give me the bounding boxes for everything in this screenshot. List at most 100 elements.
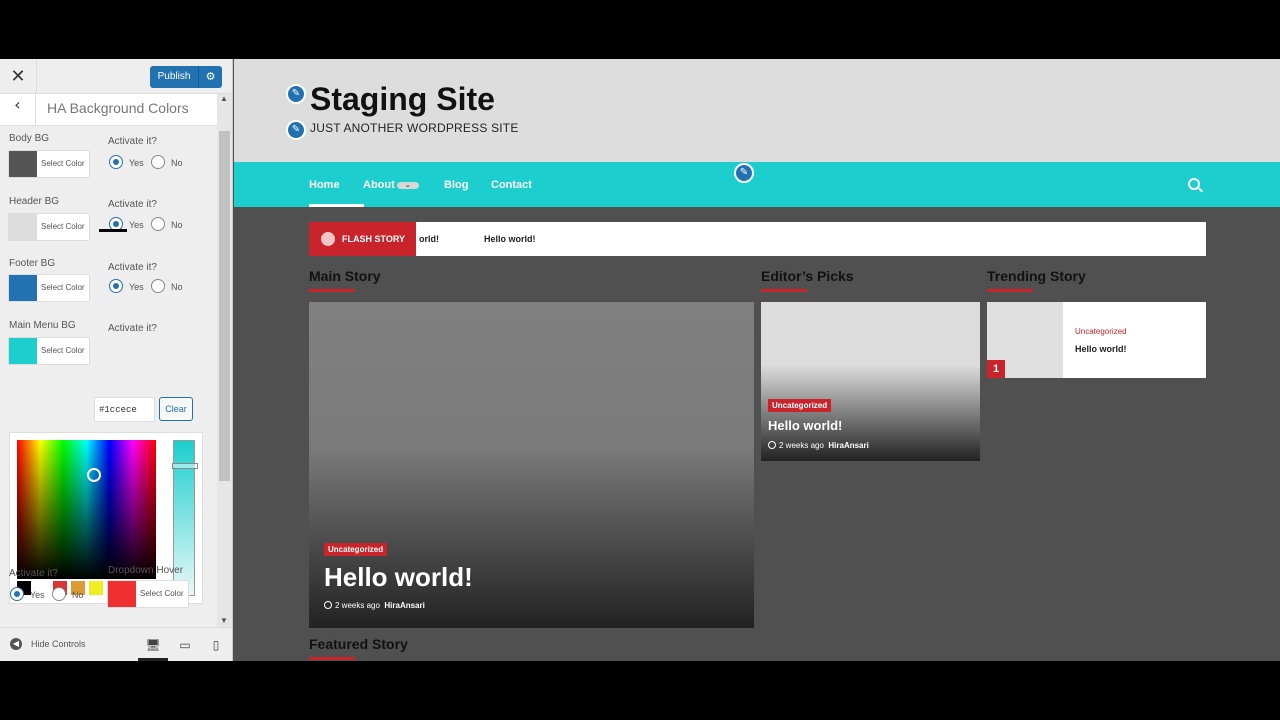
heading-underline bbox=[987, 289, 1033, 292]
main-story-heading: Main Story bbox=[309, 268, 381, 284]
main-menu-bg-color-button[interactable]: Select Color bbox=[8, 337, 90, 365]
category-badge[interactable]: Uncategorized bbox=[768, 399, 832, 412]
palette-swatch-yellow[interactable] bbox=[89, 581, 103, 595]
footer-bg-no-radio[interactable] bbox=[151, 279, 165, 293]
customizer-panel: ✕ Publish ⚙ ‹ HA Background Colors ▲ ▼ B… bbox=[0, 59, 233, 661]
main-story-headline[interactable]: Hello world! bbox=[324, 562, 473, 593]
footer-bg-activate-label: Activate it? bbox=[108, 262, 157, 273]
post-time: 2 weeks ago bbox=[335, 601, 380, 610]
post-meta: 2 weeks ago HiraAnsari bbox=[768, 441, 869, 450]
publish-button[interactable]: Publish bbox=[150, 66, 198, 88]
main-menu-bg-activate-label: Activate it? bbox=[108, 323, 157, 334]
header-bg-color-button[interactable]: Select Color bbox=[8, 213, 90, 241]
scroll-down-icon[interactable]: ▼ bbox=[220, 616, 228, 625]
body-bg-no-radio[interactable] bbox=[151, 155, 165, 169]
trending-story-heading: Trending Story bbox=[987, 268, 1086, 284]
site-tagline: JUST ANOTHER WORDPRESS SITE bbox=[310, 121, 519, 135]
clock-icon bbox=[768, 441, 776, 449]
body-bg-yes-radio[interactable] bbox=[109, 155, 123, 169]
back-icon[interactable]: ‹ bbox=[0, 94, 36, 126]
search-icon[interactable] bbox=[1188, 178, 1200, 190]
flash-item[interactable]: Hello world! bbox=[484, 234, 536, 244]
dropdown-hover-select-text: Select Color bbox=[140, 589, 184, 598]
section-title: HA Background Colors bbox=[47, 100, 189, 116]
panel-scrollbar[interactable]: ▲ ▼ bbox=[217, 94, 232, 627]
post-time: 2 weeks ago bbox=[779, 441, 824, 450]
flash-story-bar: FLASH STORY orld! Hello world! bbox=[309, 222, 1206, 256]
trending-category[interactable]: Uncategorized bbox=[1075, 327, 1127, 336]
header-bg-no-radio[interactable] bbox=[151, 217, 165, 231]
edit-title-pencil-icon[interactable]: ✎ bbox=[286, 84, 306, 104]
tablet-preview-icon[interactable]: ▭ bbox=[170, 634, 200, 661]
flash-dot-icon bbox=[321, 232, 335, 246]
footer-bg-yes-label: Yes bbox=[129, 282, 144, 292]
bottom-yes-label: Yes bbox=[30, 590, 45, 600]
hide-controls-button[interactable]: Hide Controls bbox=[31, 639, 86, 649]
category-badge[interactable]: Uncategorized bbox=[324, 543, 388, 556]
main-menu-bg-select-text: Select Color bbox=[41, 346, 85, 355]
main-story-card[interactable]: Uncategorized Hello world! 2 weeks ago H… bbox=[309, 302, 754, 628]
nav-about[interactable]: About ⌄ bbox=[363, 179, 419, 191]
main-menu-bg-label: Main Menu BG bbox=[9, 320, 76, 331]
scroll-thumb[interactable] bbox=[219, 131, 230, 481]
hide-controls-icon[interactable]: ◀ bbox=[10, 638, 22, 650]
heading-underline bbox=[761, 289, 807, 292]
trending-headline[interactable]: Hello world! bbox=[1075, 344, 1127, 354]
header-bg-no-label: No bbox=[171, 220, 183, 230]
bottom-yes-radio[interactable] bbox=[10, 587, 24, 601]
body-bg-yes-label: Yes bbox=[129, 158, 144, 168]
edit-tagline-pencil-icon[interactable]: ✎ bbox=[286, 120, 306, 140]
footer-bg-yes-radio[interactable] bbox=[109, 279, 123, 293]
color-picker-handle[interactable] bbox=[87, 468, 101, 482]
header-bg-activate-label: Activate it? bbox=[108, 199, 157, 210]
body-bg-swatch bbox=[9, 151, 37, 177]
header-bg-yes-label: Yes bbox=[129, 220, 144, 230]
main-menu: Home About ⌄ Blog Contact ✎ bbox=[234, 162, 1280, 207]
nav-active-indicator bbox=[309, 204, 364, 207]
main-menu-bg-swatch bbox=[9, 338, 37, 364]
bottom-no-radio[interactable] bbox=[52, 587, 66, 601]
nav-home[interactable]: Home bbox=[309, 179, 340, 191]
body-bg-select-text: Select Color bbox=[41, 159, 85, 168]
bottom-activate-label: Activate it? bbox=[9, 568, 58, 579]
flash-story-tag: FLASH STORY bbox=[309, 222, 416, 256]
site-preview: ✎ Staging Site ✎ JUST ANOTHER WORDPRESS … bbox=[234, 59, 1280, 661]
body-bg-label: Body BG bbox=[9, 133, 50, 144]
site-header: ✎ Staging Site ✎ JUST ANOTHER WORDPRESS … bbox=[234, 59, 1280, 162]
mobile-preview-icon[interactable]: ▯ bbox=[201, 634, 231, 661]
edit-menu-pencil-icon[interactable]: ✎ bbox=[734, 163, 754, 183]
footer-bg-color-button[interactable]: Select Color bbox=[8, 274, 90, 302]
chevron-down-icon: ⌄ bbox=[396, 181, 419, 189]
heading-underline bbox=[309, 289, 355, 292]
trending-rank-badge: 1 bbox=[987, 360, 1005, 378]
hex-color-input[interactable]: #1ccece bbox=[94, 397, 155, 422]
publish-button-group: Publish ⚙ bbox=[150, 66, 222, 88]
heading-underline bbox=[309, 657, 355, 660]
gear-icon[interactable]: ⚙ bbox=[198, 66, 222, 88]
post-author[interactable]: HiraAnsari bbox=[384, 601, 424, 610]
section-header: ‹ HA Background Colors bbox=[0, 94, 217, 126]
body-bg-color-button[interactable]: Select Color bbox=[8, 150, 90, 178]
color-gradient-area[interactable] bbox=[17, 440, 156, 579]
nav-blog[interactable]: Blog bbox=[444, 179, 468, 191]
dropdown-hover-color-button[interactable]: Select Color bbox=[107, 580, 189, 608]
picker-divider bbox=[99, 229, 127, 232]
editors-pick-card[interactable]: Uncategorized Hello world! 2 weeks ago H… bbox=[761, 302, 980, 461]
desktop-preview-icon[interactable]: 🖥 bbox=[138, 634, 168, 661]
nav-contact[interactable]: Contact bbox=[491, 179, 532, 191]
footer-bg-no-label: No bbox=[171, 282, 183, 292]
customizer-window: ✕ Publish ⚙ ‹ HA Background Colors ▲ ▼ B… bbox=[0, 59, 1280, 661]
close-icon[interactable]: ✕ bbox=[0, 59, 37, 94]
editors-pick-headline[interactable]: Hello world! bbox=[768, 418, 842, 433]
header-bg-select-text: Select Color bbox=[41, 222, 85, 231]
scroll-up-icon[interactable]: ▲ bbox=[220, 94, 228, 103]
editors-picks-heading: Editor’s Picks bbox=[761, 268, 854, 284]
body-bg-activate-label: Activate it? bbox=[108, 136, 157, 147]
site-title[interactable]: Staging Site bbox=[310, 81, 495, 118]
saturation-slider-handle[interactable] bbox=[172, 463, 198, 469]
flash-story-label: FLASH STORY bbox=[342, 234, 406, 244]
flash-item[interactable]: orld! bbox=[419, 234, 439, 244]
post-author[interactable]: HiraAnsari bbox=[828, 441, 868, 450]
clear-button[interactable]: Clear bbox=[159, 397, 193, 421]
trending-story-card[interactable]: 1 Uncategorized Hello world! bbox=[987, 302, 1206, 378]
